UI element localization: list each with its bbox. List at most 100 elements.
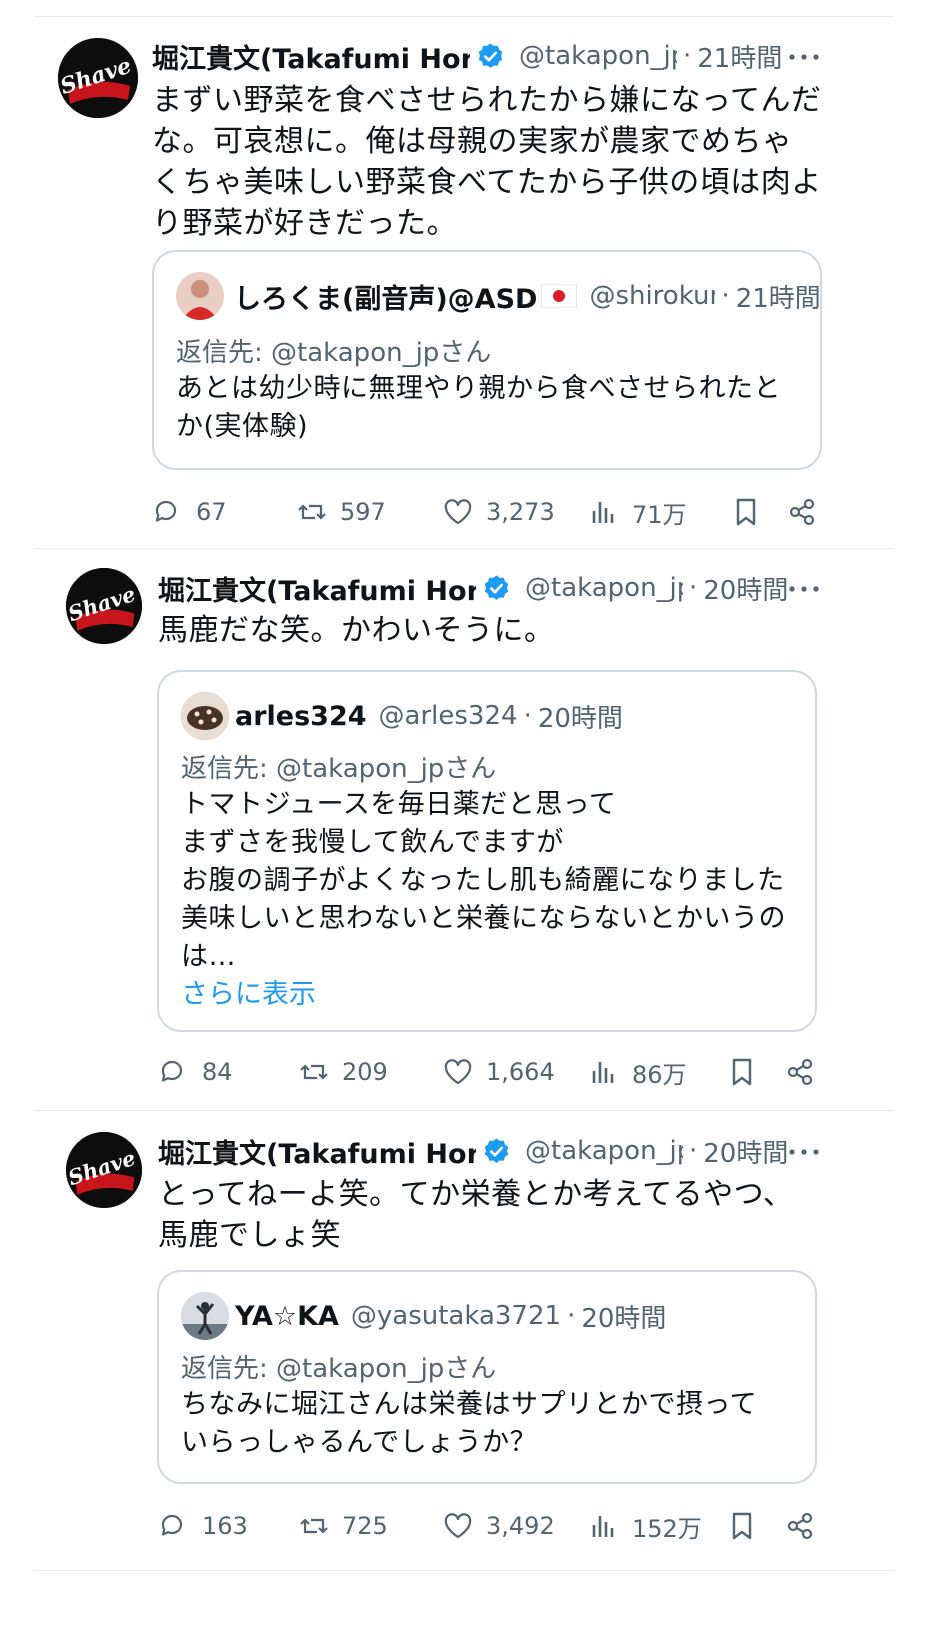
bookmark-icon[interactable] [726, 1510, 758, 1542]
quote-author-name: YA☆KA [235, 1300, 339, 1332]
reply-count: 84 [202, 1058, 233, 1086]
bookmark-icon[interactable] [726, 1056, 758, 1088]
author-name[interactable]: 堀江貴文(Takafumi Horie) [158, 569, 476, 608]
repost-count: 209 [342, 1058, 388, 1086]
quote-avatar [181, 1292, 229, 1340]
post-time[interactable]: 20時間 [703, 570, 788, 607]
verified-badge-icon [477, 41, 504, 69]
reply-button[interactable]: 163 [158, 1504, 248, 1548]
divider [34, 548, 894, 549]
japan-flag-icon [541, 284, 578, 308]
author-handle[interactable]: @takapon_jp [525, 573, 683, 603]
like-count: 3,492 [486, 1512, 555, 1540]
quote-text-line: 美味しいと思わないと栄養にならないとかいうのは… [181, 903, 786, 972]
reply-button[interactable]: 84 [158, 1050, 233, 1094]
quote-author-handle: @yasutaka3721 [350, 1301, 562, 1331]
quote-avatar [181, 692, 229, 740]
views-icon [592, 500, 614, 525]
quote-header: しろくま(副音声)@ASD @shirokuma · 21時間 [234, 274, 821, 318]
quoted-post[interactable]: しろくま(副音声)@ASD @shirokuma · 21時間 返信先: @ta… [152, 250, 822, 470]
post-header: 堀江貴文(Takafumi Horie) @takapon_jp · 20時間 [158, 1131, 788, 1171]
author-name[interactable]: 堀江貴文(Takafumi Horie) [152, 37, 470, 76]
like-count: 1,664 [486, 1058, 555, 1086]
quote-time: 20時間 [581, 1303, 667, 1334]
author-avatar[interactable]: Shave [66, 1132, 142, 1208]
post-time[interactable]: 20時間 [703, 1133, 788, 1170]
quoted-post[interactable]: YA☆KA @yasutaka3721 · 20時間 返信先: @takapon… [157, 1270, 817, 1484]
reply-button[interactable]: 67 [152, 490, 227, 534]
repost-button[interactable]: 725 [298, 1504, 388, 1548]
show-more-link[interactable]: さらに表示 [181, 972, 316, 1011]
quoted-post[interactable]: arles324 @arles324 · 20時間 返信先: @takapon_… [157, 670, 817, 1032]
more-options-icon[interactable] [786, 574, 822, 604]
action-bar: 67 597 3,273 71万 [152, 490, 930, 534]
post-time[interactable]: 21時間 [697, 38, 782, 75]
reply-to-label: 返信先: @takapon_jpさん [176, 338, 492, 368]
action-bar: 84 209 1,664 86万 [158, 1050, 930, 1094]
reply-icon [161, 1060, 183, 1082]
separator: · [567, 1301, 576, 1331]
repost-count: 597 [340, 498, 386, 526]
repost-count: 725 [342, 1512, 388, 1540]
post-header: 堀江貴文(Takafumi Horie) @takapon_jp · 21時間 [152, 36, 782, 76]
reply-icon [155, 500, 177, 522]
author-avatar[interactable]: Shave [66, 568, 142, 644]
quote-avatar [176, 272, 224, 320]
share-icon[interactable] [784, 1056, 816, 1088]
quote-text-line: トマトジュースを毎日薬だと思って [181, 789, 617, 820]
quote-text-line: お腹の調子がよくなったし肌も綺麗になりました [181, 865, 785, 896]
reply-to-label: 返信先: @takapon_jpさん [181, 1354, 497, 1384]
quote-header: arles324 @arles324 · 20時間 [235, 694, 623, 738]
post-text: 馬鹿だな笑。かわいそうに。 [158, 613, 555, 648]
author-handle[interactable]: @takapon_jp [519, 41, 677, 71]
like-count: 3,273 [486, 498, 555, 526]
repost-button[interactable]: 597 [296, 490, 386, 534]
share-icon[interactable] [786, 496, 818, 528]
post-text: まずい野菜を食べさせられたから嫌になってんだな。可哀想に。俺は母親の実家が農家で… [152, 83, 822, 241]
post-header: 堀江貴文(Takafumi Horie) @takapon_jp · 20時間 [158, 568, 788, 608]
heart-icon [444, 499, 472, 525]
repost-button[interactable]: 209 [298, 1050, 388, 1094]
share-icon[interactable] [784, 1510, 816, 1542]
quote-author-handle: @shirokuma [589, 281, 715, 311]
view-count: 86万 [632, 1060, 687, 1089]
reply-icon [161, 1514, 183, 1536]
quote-text: ちなみに堀江さんは栄養はサプリとかで摂っていらっしゃるんでしょうか？ [181, 1389, 758, 1458]
separator: · [683, 41, 692, 71]
quote-header: YA☆KA @yasutaka3721 · 20時間 [235, 1294, 666, 1338]
divider [34, 1110, 894, 1111]
author-name[interactable]: 堀江貴文(Takafumi Horie) [158, 1132, 476, 1171]
repost-icon [299, 1064, 329, 1080]
post-text: とってねーよ笑。てか栄養とか考えてるやつ、馬鹿でしょ笑 [158, 1177, 794, 1253]
quote-author-handle: @arles324 [378, 701, 518, 731]
quote-author-name: しろくま(副音声)@ASD [234, 283, 538, 315]
views-button[interactable]: 152万 [588, 1504, 702, 1548]
divider [34, 1570, 894, 1571]
reply-count: 67 [196, 498, 227, 526]
like-button[interactable]: 3,273 [442, 490, 555, 534]
reply-count: 163 [202, 1512, 248, 1540]
bookmark-icon[interactable] [730, 496, 762, 528]
repost-icon [297, 504, 327, 520]
heart-icon [444, 1059, 472, 1085]
views-button[interactable]: 86万 [588, 1050, 687, 1094]
author-avatar[interactable]: Shave [58, 38, 138, 118]
separator: · [523, 701, 532, 731]
like-button[interactable]: 3,492 [442, 1504, 555, 1548]
views-icon [592, 1060, 614, 1085]
separator: · [689, 1136, 698, 1166]
author-handle[interactable]: @takapon_jp [525, 1136, 683, 1166]
views-button[interactable]: 71万 [588, 490, 687, 534]
divider [34, 16, 894, 17]
more-options-icon[interactable] [786, 42, 822, 72]
view-count: 71万 [632, 500, 687, 529]
quote-text-line: まずさを我慢して飲んでますが [181, 827, 564, 858]
verified-badge-icon [483, 1136, 510, 1164]
like-button[interactable]: 1,664 [442, 1050, 555, 1094]
quote-text: あとは幼少時に無理やり親から食べさせられたとか(実体験) [176, 373, 781, 442]
separator: · [689, 573, 698, 603]
quote-text: トマトジュースを毎日薬だと思って まずさを我慢して飲んでますが お腹の調子がよく… [181, 786, 791, 976]
more-options-icon[interactable] [786, 1137, 822, 1167]
views-icon [592, 1514, 614, 1539]
quote-time: 20時間 [537, 703, 623, 734]
